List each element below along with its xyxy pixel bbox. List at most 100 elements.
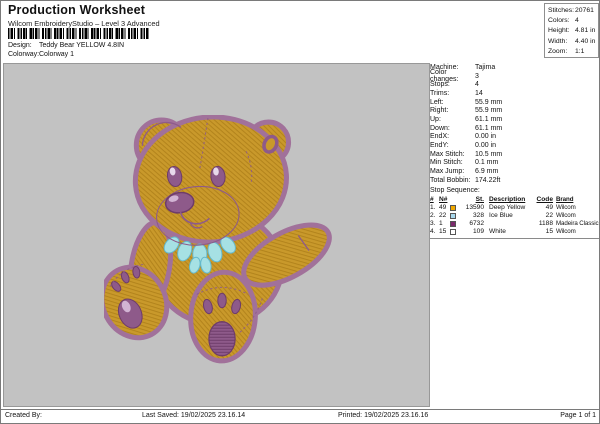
cell-brand: Wilcom [553, 212, 600, 219]
machine-label: Trims: [430, 90, 475, 97]
thread-color-swatch [450, 229, 456, 235]
summary-row: Width:4.40 in [548, 36, 598, 46]
thread-color-swatch [450, 205, 456, 211]
summary-value: 4 [575, 17, 579, 24]
cell-num: 1. [430, 204, 439, 211]
cell-num: 4. [430, 228, 439, 235]
design-preview-area [3, 63, 430, 407]
printed-text: Printed: 19/02/2025 23.16.16 [338, 412, 428, 419]
cell-brand: Wilcom [553, 204, 600, 211]
production-worksheet-page: Production Worksheet Wilcom EmbroiderySt… [0, 0, 600, 424]
col-st: St. [459, 196, 484, 203]
teddy-bear-svg [104, 115, 336, 367]
summary-row: Stitches:20761 [548, 6, 598, 16]
teddy-bear-design [104, 115, 336, 367]
machine-row: Min Stitch:0.1 mm [430, 158, 600, 167]
summary-label: Zoom: [548, 48, 575, 55]
machine-value: 14 [475, 90, 483, 97]
machine-row: EndY:0.00 in [430, 141, 600, 150]
machine-row: Max Jump:6.9 mm [430, 167, 600, 176]
stop-sequence-header-row: # N# St. Description Code Brand [430, 196, 600, 204]
cell-n: 1 [439, 220, 450, 227]
machine-label: Max Jump: [430, 168, 475, 175]
machine-value: 3 [475, 73, 479, 80]
machine-value: 61.1 mm [475, 125, 502, 132]
col-brand: Brand [553, 196, 600, 203]
machine-value: 55.9 mm [475, 107, 502, 114]
summary-row: Colors:4 [548, 16, 598, 26]
cell-description: Ice Blue [484, 212, 527, 219]
design-barcode [8, 28, 149, 39]
machine-value: 0.00 in [475, 142, 496, 149]
cell-code: 15 [527, 228, 553, 235]
summary-label: Width: [548, 38, 575, 45]
machine-row: Left:55.9 mm [430, 98, 600, 107]
stop-sequence-row: 4. 15 109 White 15 Wilcom [430, 228, 600, 236]
machine-info-panel: Machine:Tajima Color changes:3 Stops:4 T… [430, 63, 600, 239]
machine-label: Left: [430, 99, 475, 106]
machine-value: 0.1 mm [475, 159, 498, 166]
machine-row: Up:61.1 mm [430, 115, 600, 124]
cell-code: 1188 [527, 220, 553, 227]
cell-st: 328 [459, 212, 484, 219]
machine-label: Total Bobbin: [430, 177, 475, 184]
colorway-row: Colorway: Colorway 1 [8, 51, 74, 58]
machine-row: Color changes:3 [430, 72, 600, 81]
cell-st: 109 [459, 228, 484, 235]
cell-st: 13590 [459, 204, 484, 211]
summary-label: Stitches: [548, 7, 575, 14]
machine-label: EndY: [430, 142, 475, 149]
machine-label: Max Stitch: [430, 151, 475, 158]
stop-sequence-row: 1. 49 13590 Deep Yellow 49 Wilcom [430, 204, 600, 212]
bear-paw-pad-right [209, 322, 235, 356]
machine-value: 55.9 mm [475, 99, 502, 106]
stop-sequence-heading: Stop Sequence: [430, 187, 600, 196]
created-by-label: Created By: [5, 412, 42, 419]
summary-row: Zoom:1:1 [548, 46, 598, 56]
machine-row: Down:61.1 mm [430, 124, 600, 133]
design-summary-box: Stitches:20761 Colors:4 Height:4.81 in W… [544, 3, 599, 58]
thread-color-swatch [450, 213, 456, 219]
thread-color-swatch [450, 221, 456, 227]
machine-row: Stops:4 [430, 80, 600, 89]
summary-value: 1:1 [575, 48, 584, 55]
summary-label: Height: [548, 27, 575, 34]
col-num: # [430, 196, 439, 203]
page-title: Production Worksheet [8, 3, 145, 17]
colorway-value: Colorway 1 [39, 51, 74, 58]
summary-label: Colors: [548, 17, 575, 24]
machine-row: Right:55.9 mm [430, 106, 600, 115]
cell-brand: Madeira Classic 40 [553, 220, 600, 227]
cell-brand: Wilcom [553, 228, 600, 235]
machine-value: 6.9 mm [475, 168, 498, 175]
col-description: Description [484, 196, 527, 203]
design-label: Design: [8, 42, 39, 49]
machine-value: 4 [475, 81, 479, 88]
summary-value: 4.40 in [575, 38, 595, 45]
machine-row: Total Bobbin:174.22ft [430, 176, 600, 185]
machine-value: 61.1 mm [475, 116, 502, 123]
last-saved-text: Last Saved: 19/02/2025 23.16.14 [142, 412, 245, 419]
cell-num: 3. [430, 220, 439, 227]
machine-label: Stops: [430, 81, 475, 88]
cell-code: 22 [527, 212, 553, 219]
machine-label: Down: [430, 125, 475, 132]
machine-value: 0.00 in [475, 133, 496, 140]
machine-label: Right: [430, 107, 475, 114]
design-name-row: Design: Teddy Bear YELLOW 4.8IN [8, 42, 124, 49]
cell-description: White [484, 228, 527, 235]
machine-label: Up: [430, 116, 475, 123]
summary-value: 4.81 in [575, 27, 595, 34]
col-n: N# [439, 196, 450, 203]
machine-row: Trims:14 [430, 89, 600, 98]
machine-label: Min Stitch: [430, 159, 475, 166]
summary-value: 20761 [575, 7, 594, 14]
machine-value: 174.22ft [475, 177, 500, 184]
cell-n: 15 [439, 228, 450, 235]
summary-row: Height:4.81 in [548, 26, 598, 36]
cell-num: 2. [430, 212, 439, 219]
col-code: Code [527, 196, 553, 203]
machine-value: 10.5 mm [475, 151, 502, 158]
stop-sequence-row: 2. 22 328 Ice Blue 22 Wilcom [430, 212, 600, 220]
stop-sequence-divider [430, 238, 599, 239]
